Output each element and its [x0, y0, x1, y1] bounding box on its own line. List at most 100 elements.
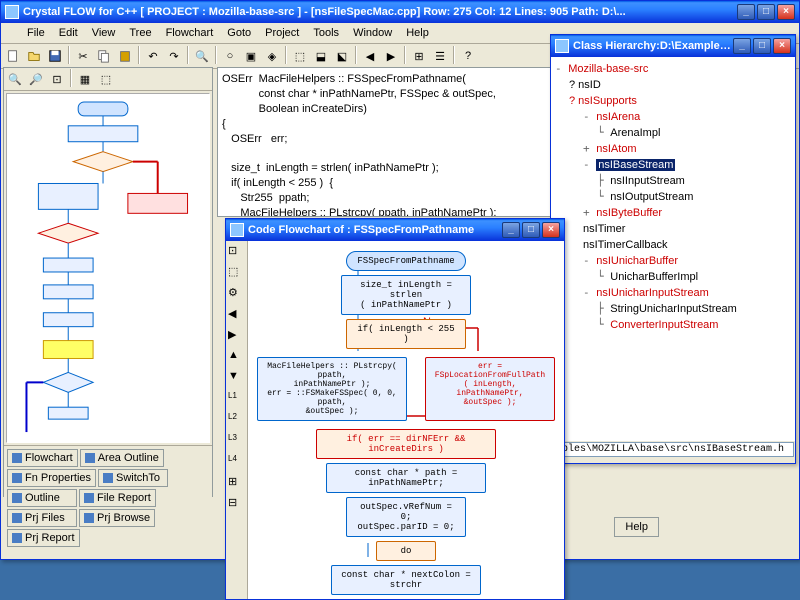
close-button[interactable]: ×: [542, 222, 560, 238]
undo-icon[interactable]: ↶: [143, 46, 163, 66]
menu-window[interactable]: Window: [347, 25, 398, 41]
prj-report-button[interactable]: Prj Report: [7, 529, 80, 547]
cut-icon[interactable]: ✂: [73, 46, 93, 66]
menu-tree[interactable]: Tree: [123, 25, 157, 41]
hierarchy-titlebar[interactable]: Class Hierarchy:D:\Examples\Projects\Cry…: [551, 35, 795, 57]
prj-files-button[interactable]: Prj Files: [7, 509, 77, 527]
tool-icon[interactable]: ⊟: [227, 495, 247, 515]
flowchart-button[interactable]: Flowchart: [7, 449, 78, 467]
tool-icon[interactable]: ▶: [227, 327, 247, 347]
hierarchy-tree[interactable]: - Mozilla-base-src ? nsID ? nsISupports …: [551, 57, 795, 441]
flow-condition[interactable]: if( inLength < 255 ): [346, 319, 466, 349]
redo-icon[interactable]: ↷: [164, 46, 184, 66]
help-button[interactable]: Help: [614, 517, 659, 537]
maximize-button[interactable]: □: [757, 4, 775, 20]
tool-icon[interactable]: ○: [220, 46, 240, 66]
level-icon[interactable]: L4: [227, 453, 247, 473]
menu-view[interactable]: View: [86, 25, 122, 41]
tool-icon[interactable]: ⬚: [96, 69, 116, 89]
minimize-button[interactable]: _: [733, 38, 751, 54]
fit-icon[interactable]: ⊡: [47, 69, 67, 89]
list-icon[interactable]: ☰: [430, 46, 450, 66]
flow-box[interactable]: err = FSpLocationFromFullPath ( inLength…: [425, 357, 555, 421]
tool-icon[interactable]: ⬚: [290, 46, 310, 66]
tool-icon[interactable]: ⊞: [227, 474, 247, 494]
maximize-button[interactable]: □: [753, 38, 771, 54]
flow-box[interactable]: const char * nextColon = strchr: [331, 565, 481, 595]
tree-node[interactable]: nsIArena: [596, 111, 640, 123]
zoom-in-icon[interactable]: 🔍: [5, 69, 25, 89]
gear-icon[interactable]: ⚙: [227, 285, 247, 305]
tree-node-selected[interactable]: nsIBaseStream: [596, 159, 675, 171]
close-button[interactable]: ×: [773, 38, 791, 54]
flow-box[interactable]: const char * path = inPathNamePtr;: [326, 463, 486, 493]
menu-tools[interactable]: Tools: [307, 25, 345, 41]
menu-flowchart[interactable]: Flowchart: [160, 25, 220, 41]
tool-icon[interactable]: ▦: [75, 69, 95, 89]
switchto-button[interactable]: SwitchTo: [98, 469, 168, 487]
tree-node[interactable]: nsIOutputStream: [610, 191, 693, 203]
close-button[interactable]: ×: [777, 4, 795, 20]
tool-icon[interactable]: ⬚: [227, 264, 247, 284]
level-icon[interactable]: L3: [227, 432, 247, 452]
open-icon[interactable]: [24, 46, 44, 66]
tool-icon[interactable]: ◀: [227, 306, 247, 326]
help-icon[interactable]: ?: [458, 46, 478, 66]
paste-icon[interactable]: [115, 46, 135, 66]
maximize-button[interactable]: □: [522, 222, 540, 238]
new-icon[interactable]: [3, 46, 23, 66]
file-report-button[interactable]: File Report: [79, 489, 156, 507]
copy-icon[interactable]: [94, 46, 114, 66]
mini-flowchart[interactable]: [6, 93, 210, 443]
flow-box[interactable]: size_t inLength = strlen ( inPathNamePtr…: [341, 275, 471, 315]
tree-node[interactable]: nsIUnicharBuffer: [596, 255, 678, 267]
tree-node[interactable]: ArenaImpl: [610, 127, 660, 139]
main-titlebar[interactable]: Crystal FLOW for C++ [ PROJECT : Mozilla…: [1, 1, 799, 23]
level-icon[interactable]: L2: [227, 411, 247, 431]
tree-node[interactable]: StringUnicharInputStream: [610, 303, 737, 315]
menu-project[interactable]: Project: [259, 25, 305, 41]
level-icon[interactable]: L1: [227, 390, 247, 410]
minimize-button[interactable]: _: [502, 222, 520, 238]
outline-button[interactable]: Outline: [7, 489, 77, 507]
zoom-out-icon[interactable]: 🔎: [26, 69, 46, 89]
tree-node[interactable]: nsITimerCallback: [583, 239, 668, 251]
flowchart-canvas[interactable]: No FSSpecFromPathname size_t inLength = …: [248, 241, 564, 599]
menu-edit[interactable]: Edit: [53, 25, 84, 41]
tree-root[interactable]: Mozilla-base-src: [568, 63, 648, 75]
tree-node[interactable]: nsIInputStream: [610, 175, 685, 187]
tree-node[interactable]: nsIUnicharInputStream: [596, 287, 709, 299]
forward-icon[interactable]: ▶: [381, 46, 401, 66]
menu-goto[interactable]: Goto: [221, 25, 257, 41]
tree-node[interactable]: nsITimer: [583, 223, 625, 235]
tree-node[interactable]: ? nsISupports: [569, 95, 637, 107]
flow-box[interactable]: MacFileHelpers :: PLstrcpy( ppath, inPat…: [257, 357, 407, 421]
back-icon[interactable]: ◀: [360, 46, 380, 66]
tool-icon[interactable]: ▼: [227, 369, 247, 389]
tool-icon[interactable]: ⬕: [332, 46, 352, 66]
tree-node[interactable]: UnicharBufferImpl: [610, 271, 698, 283]
area-outline-button[interactable]: Area Outline: [80, 449, 164, 467]
minimize-button[interactable]: _: [737, 4, 755, 20]
tool-icon[interactable]: ▣: [241, 46, 261, 66]
save-icon[interactable]: [45, 46, 65, 66]
tree-node[interactable]: ConverterInputStream: [610, 319, 718, 331]
flowchart-titlebar[interactable]: Code Flowchart of : FSSpecFromPathname _…: [226, 219, 564, 241]
tool-icon[interactable]: ◈: [262, 46, 282, 66]
menu-file[interactable]: File: [21, 25, 51, 41]
tree-node[interactable]: nsIByteBuffer: [596, 207, 662, 219]
menu-help[interactable]: Help: [400, 25, 435, 41]
tree-node[interactable]: nsIAtom: [596, 143, 636, 155]
fn-properties-button[interactable]: Fn Properties: [7, 469, 96, 487]
flow-loop[interactable]: do: [376, 541, 436, 561]
flow-start[interactable]: FSSpecFromPathname: [346, 251, 466, 271]
tree-icon[interactable]: ⊞: [409, 46, 429, 66]
flow-condition[interactable]: if( err == dirNFErr && inCreateDirs ): [316, 429, 496, 459]
tool-icon[interactable]: ⊡: [227, 243, 247, 263]
tool-icon[interactable]: ⬓: [311, 46, 331, 66]
tree-node[interactable]: ? nsID: [569, 79, 601, 91]
tool-icon[interactable]: ▲: [227, 348, 247, 368]
flow-box[interactable]: outSpec.vRefNum = 0; outSpec.parID = 0;: [346, 497, 466, 537]
prj-browse-button[interactable]: Prj Browse: [79, 509, 155, 527]
find-icon[interactable]: 🔍: [192, 46, 212, 66]
